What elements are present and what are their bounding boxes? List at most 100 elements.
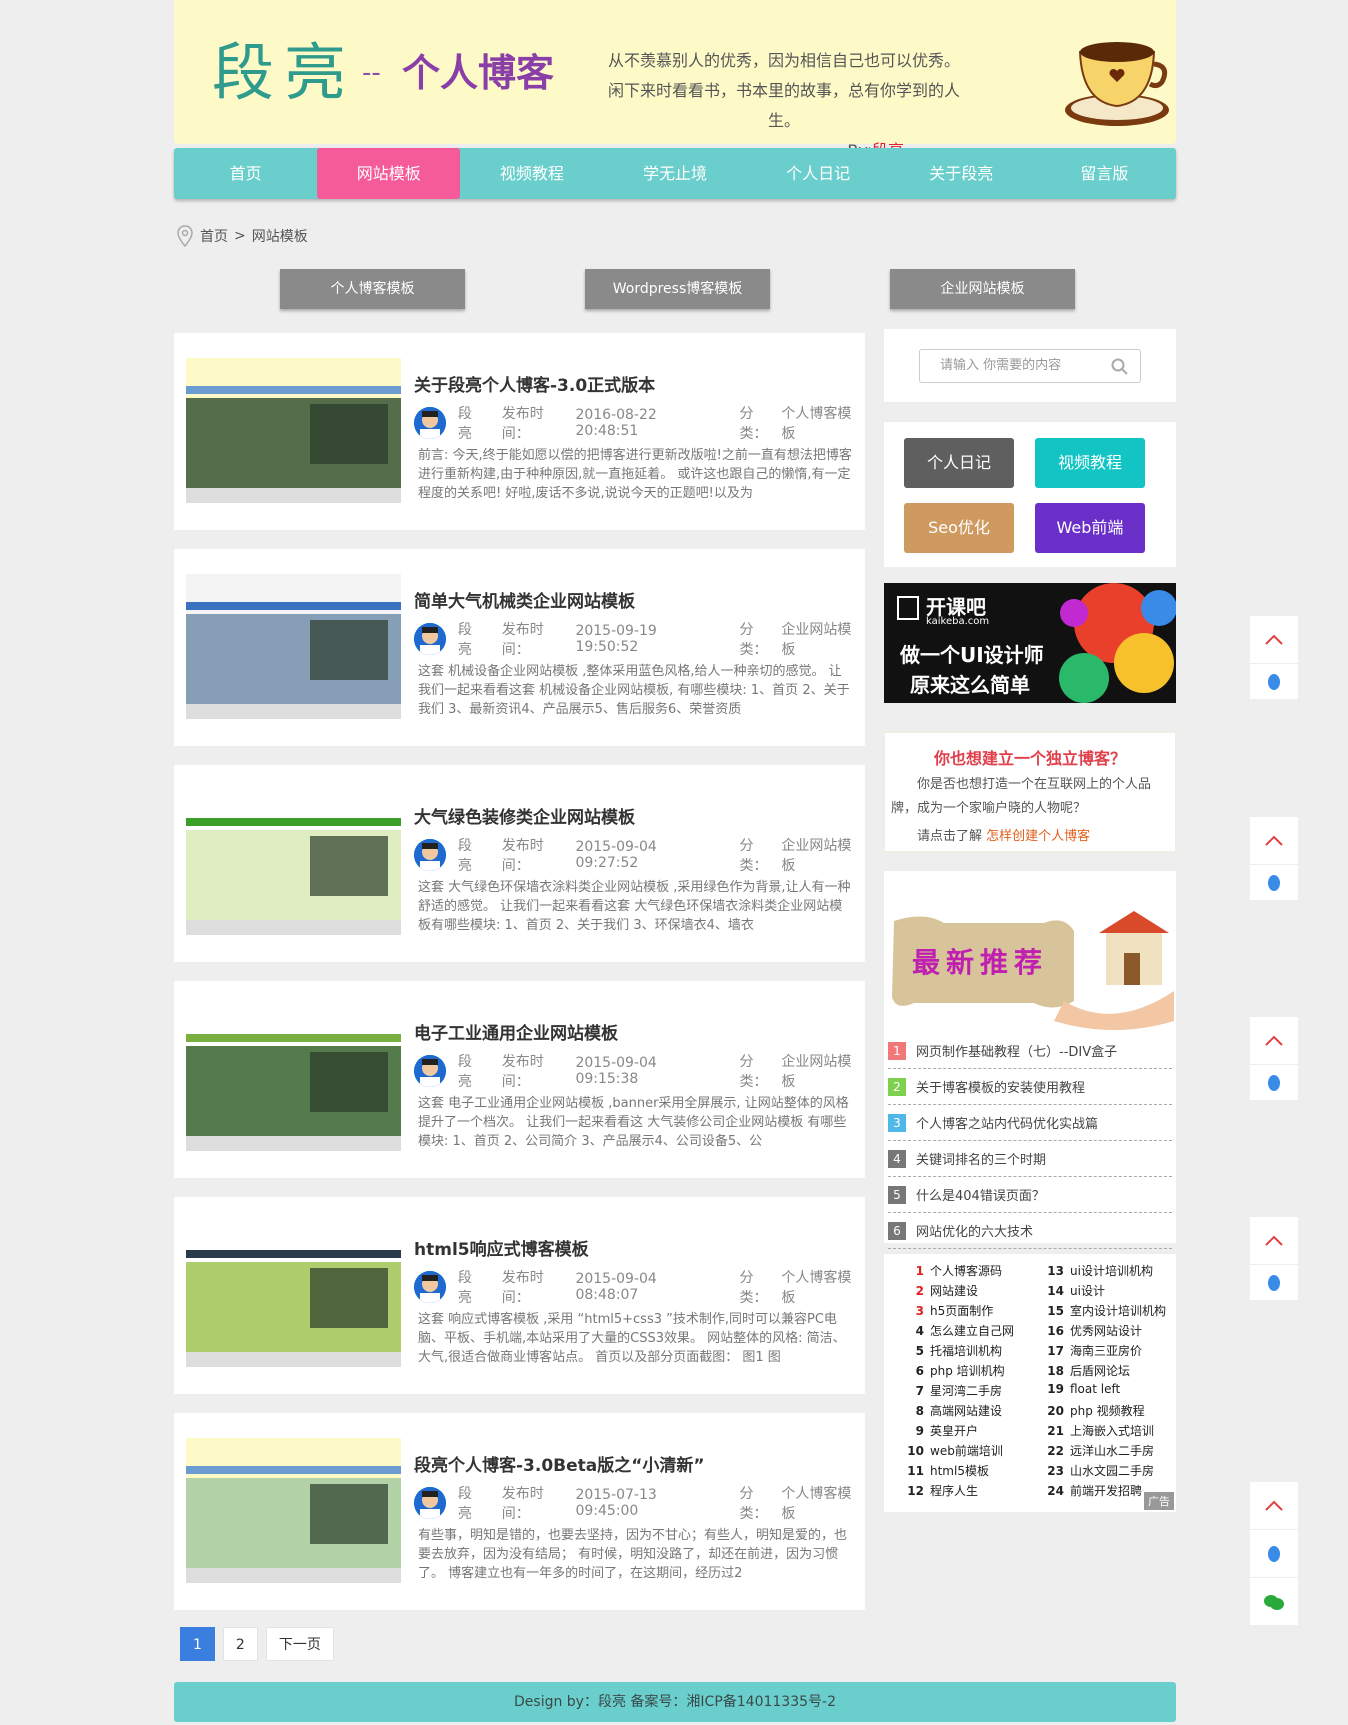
breadcrumb-home[interactable]: 首页 [200, 226, 228, 246]
article-category[interactable]: 企业网站模板 [781, 835, 865, 875]
wechat-button[interactable] [1250, 1578, 1298, 1626]
article-category[interactable]: 企业网站模板 [781, 619, 865, 659]
article-thumbnail[interactable] [186, 1438, 401, 1583]
location-pin-icon [177, 225, 193, 247]
article-category[interactable]: 个人博客模板 [781, 1483, 865, 1523]
back-to-top-button[interactable] [1250, 817, 1298, 865]
article-category[interactable]: 个人博客模板 [781, 403, 865, 443]
hot-keyword-item[interactable]: 6 php 培训机构 [904, 1362, 1044, 1382]
recent-item[interactable]: 3 个人博客之站内代码优化实战篇 [888, 1105, 1172, 1141]
hot-keyword-item[interactable]: 9 英皇开户 [904, 1422, 1044, 1442]
hot-keyword-item[interactable]: 7 星河湾二手房 [904, 1382, 1044, 1402]
hot-keyword-item[interactable]: 5 托福培训机构 [904, 1342, 1044, 1362]
nav-item-4[interactable]: 个人日记 [747, 148, 890, 199]
nav-item-5[interactable]: 关于段亮 [890, 148, 1033, 199]
hot-rank: 21 [1047, 1424, 1064, 1438]
nav-item-0[interactable]: 首页 [174, 148, 317, 199]
tag-video[interactable]: 视频教程 [1035, 438, 1145, 488]
tag-diary[interactable]: 个人日记 [904, 438, 1014, 488]
article-author[interactable]: 段亮 [458, 835, 486, 875]
pagination: 1 2 下一页 [180, 1627, 334, 1661]
hot-keyword-item[interactable]: 3 h5页面制作 [904, 1302, 1044, 1322]
tag-seo[interactable]: Seo优化 [904, 503, 1014, 553]
article-title[interactable]: 简单大气机械类企业网站模板 [414, 587, 635, 612]
article-excerpt: 这套 响应式博客模板 ,采用 “html5+css3 ”技术制作,同时可以兼容P… [418, 1312, 846, 1365]
recent-item[interactable]: 2 关于博客模板的安装使用教程 [888, 1069, 1172, 1105]
article-category[interactable]: 企业网站模板 [781, 1051, 865, 1091]
article-title[interactable]: 电子工业通用企业网站模板 [414, 1019, 618, 1044]
page-1-button[interactable]: 1 [180, 1627, 215, 1661]
article-title[interactable]: html5响应式博客模板 [414, 1235, 589, 1260]
hot-keyword-item[interactable]: 4 怎么建立自己网 [904, 1322, 1044, 1342]
site-logo[interactable]: 段亮 -- 个人博客 [212, 22, 602, 109]
hot-keyword: 英皇开户 [930, 1424, 979, 1438]
hot-keyword-item[interactable]: 14 ui设计 [1044, 1282, 1184, 1302]
next-page-button[interactable]: 下一页 [265, 1627, 334, 1661]
hot-keyword-item[interactable]: 2 网站建设 [904, 1282, 1044, 1302]
article-author[interactable]: 段亮 [458, 1051, 486, 1091]
nav-item-2[interactable]: 视频教程 [460, 148, 603, 199]
publish-time-label: 发布时间： [501, 1270, 544, 1306]
article-author[interactable]: 段亮 [458, 619, 486, 659]
search-input[interactable]: 请输入 你需要的内容 [919, 349, 1141, 383]
kaikeba-ad-banner[interactable]: 开课吧 kaikeba.com 做一个UI设计师 原来这么简单 [884, 583, 1176, 703]
back-to-top-button[interactable] [1250, 1482, 1298, 1530]
recent-item[interactable]: 5 什么是404错误页面？ [888, 1177, 1172, 1213]
article-thumbnail[interactable] [186, 1006, 401, 1151]
qq-button[interactable] [1250, 1265, 1298, 1301]
nav-item-3[interactable]: 学无止境 [603, 148, 746, 199]
recent-item[interactable]: 6 网站优化的六大技术 [888, 1213, 1172, 1249]
tag-web-frontend[interactable]: Web前端 [1035, 503, 1145, 553]
article-title[interactable]: 关于段亮个人博客-3.0正式版本 [414, 371, 655, 396]
recent-item[interactable]: 4 关键词排名的三个时期 [888, 1141, 1172, 1177]
article-author[interactable]: 段亮 [458, 1267, 486, 1307]
hot-keyword-item[interactable]: 22 远洋山水二手房 [1044, 1442, 1184, 1462]
article-title[interactable]: 大气绿色装修类企业网站模板 [414, 803, 635, 828]
enterprise-template-button[interactable]: 企业网站模板 [890, 269, 1075, 309]
back-to-top-button[interactable] [1250, 616, 1298, 664]
hot-keyword-item[interactable]: 15 室内设计培训机构 [1044, 1302, 1184, 1322]
publish-time-label: 发布时间： [501, 1054, 544, 1090]
hot-rank: 3 [915, 1304, 924, 1318]
back-to-top-button[interactable] [1250, 1217, 1298, 1265]
article-category[interactable]: 个人博客模板 [781, 1267, 865, 1307]
breadcrumb-separator: > [234, 228, 246, 244]
article-thumbnail[interactable] [186, 1222, 401, 1367]
qq-button[interactable] [1250, 1530, 1298, 1578]
article-thumbnail[interactable] [186, 358, 401, 503]
personal-blog-template-button[interactable]: 个人博客模板 [280, 269, 465, 309]
nav-item-6[interactable]: 留言版 [1033, 148, 1176, 199]
hot-keyword-item[interactable]: 13 ui设计培训机构 [1044, 1262, 1184, 1282]
nav-item-1[interactable]: 网站模板 [317, 148, 461, 199]
hot-keyword-item[interactable]: 11 html5模板 [904, 1462, 1044, 1482]
hot-keyword-item[interactable]: 23 山水文园二手房 [1044, 1462, 1184, 1482]
hot-keyword-item[interactable]: 10 web前端培训 [904, 1442, 1044, 1462]
logo-dash: -- [362, 58, 381, 88]
hot-keyword-item[interactable]: 18 后盾网论坛 [1044, 1362, 1184, 1382]
recent-title: 网页制作基础教程（七）--DIV盒子 [916, 1045, 1118, 1060]
wordpress-template-button[interactable]: Wordpress博客模板 [585, 269, 770, 309]
qq-button[interactable] [1250, 664, 1298, 700]
hot-keyword-item[interactable]: 8 高端网站建设 [904, 1402, 1044, 1422]
hot-keyword-item[interactable]: 19 float left [1044, 1382, 1184, 1402]
qq-button[interactable] [1250, 865, 1298, 901]
search-icon[interactable] [1111, 358, 1128, 375]
cta-link[interactable]: 怎样创建个人博客 [986, 829, 1090, 844]
article-thumbnail[interactable] [186, 574, 401, 719]
hot-keyword-item[interactable]: 1 个人博客源码 [904, 1262, 1044, 1282]
back-to-top-button[interactable] [1250, 1017, 1298, 1065]
hot-keyword-item[interactable]: 16 优秀网站设计 [1044, 1322, 1184, 1342]
page-2-button[interactable]: 2 [222, 1627, 258, 1661]
hot-keyword-item[interactable]: 12 程序人生 [904, 1482, 1044, 1502]
hot-keyword-item[interactable]: 17 海南三亚房价 [1044, 1342, 1184, 1362]
hot-keyword-item[interactable]: 20 php 视频教程 [1044, 1402, 1184, 1422]
chevron-up-icon [1265, 634, 1283, 645]
article-author[interactable]: 段亮 [458, 403, 486, 443]
article-thumbnail[interactable] [186, 790, 401, 935]
qq-button[interactable] [1250, 1065, 1298, 1101]
hot-keyword-item[interactable]: 21 上海嵌入式培训 [1044, 1422, 1184, 1442]
article-title[interactable]: 段亮个人博客-3.0Beta版之“小清新” [414, 1451, 705, 1476]
breadcrumb-current[interactable]: 网站模板 [252, 226, 308, 246]
article-author[interactable]: 段亮 [458, 1483, 486, 1523]
recent-item[interactable]: 1 网页制作基础教程（七）--DIV盒子 [888, 1033, 1172, 1069]
